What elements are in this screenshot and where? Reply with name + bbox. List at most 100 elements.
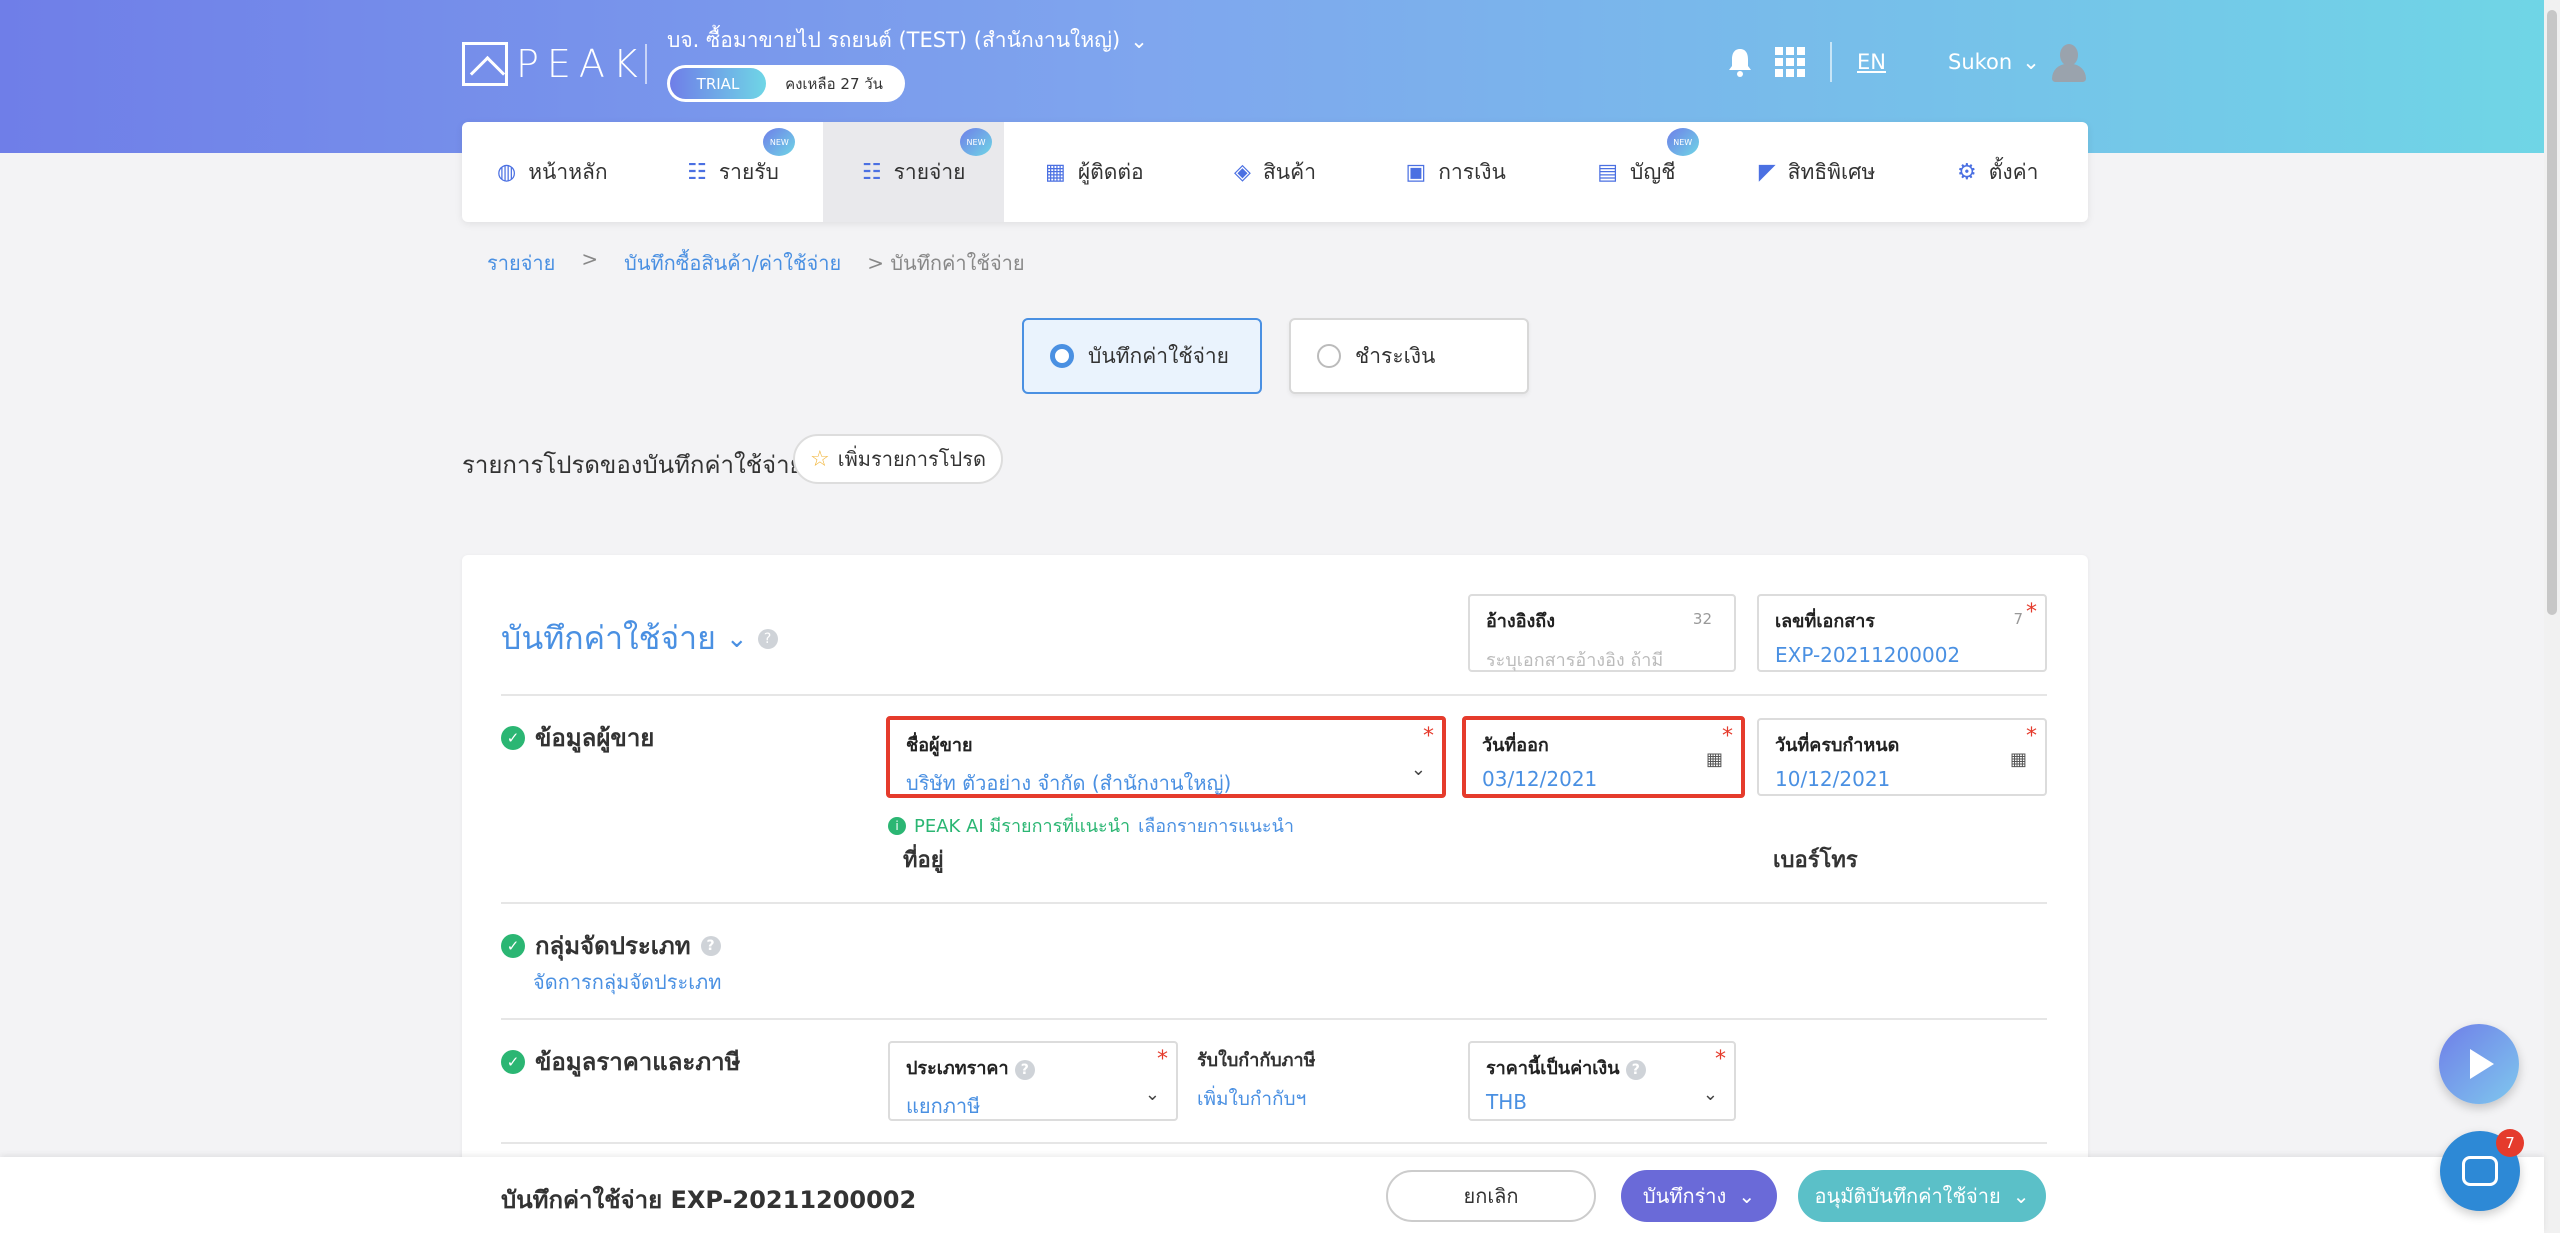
issue-date-field[interactable]: วันที่ออก 03/12/2021 * ▦: [1462, 716, 1745, 798]
vendor-name-select[interactable]: บริษัท ตัวอย่าง จำกัด (สำนักงานใหญ่): [906, 767, 1426, 799]
add-favorite-button[interactable]: ☆ เพิ่มรายการโปรด: [793, 434, 1003, 484]
divider: [501, 1018, 2047, 1020]
currency-select[interactable]: THB: [1486, 1090, 1718, 1114]
breadcrumb-purchase[interactable]: บันทึกซื้อสินค้า/ค่าใช้จ่าย: [624, 247, 841, 279]
field-label-text: ประเภทราคา: [906, 1058, 1009, 1079]
nav-item-accounting[interactable]: ▤ บัญชี NEW: [1546, 122, 1727, 222]
issue-date-input[interactable]: 03/12/2021: [1482, 767, 1725, 791]
field-label: ชื่อผู้ขาย: [906, 735, 973, 756]
chat-icon: [2462, 1156, 2498, 1186]
calendar-icon[interactable]: ▦: [2010, 749, 2027, 770]
breadcrumb-current: > บันทึกค่าใช้จ่าย: [867, 247, 1024, 279]
help-icon[interactable]: ?: [700, 935, 721, 956]
reference-input[interactable]: ระบุเอกสารอ้างอิง ถ้ามี: [1486, 645, 1718, 674]
company-selector[interactable]: บจ. ซื้อมาขายไป รถยนต์ (TEST) (สำนักงานใ…: [667, 24, 1148, 57]
ai-suggestion-link[interactable]: เลือกรายการแนะนำ: [1138, 811, 1294, 840]
help-icon[interactable]: ?: [1625, 1060, 1646, 1080]
trial-label: TRIAL: [670, 68, 766, 99]
nav-item-home[interactable]: ◍ หน้าหลัก: [462, 122, 643, 222]
logo-divider: [645, 44, 647, 84]
page-scrollbar[interactable]: [2544, 0, 2560, 1233]
list-icon: ☷: [687, 159, 707, 185]
section-label: กลุ่มจัดประเภท: [535, 932, 691, 960]
nav-item-contacts[interactable]: ▦ ผู้ติดต่อ: [1004, 122, 1185, 222]
language-switch[interactable]: EN: [1857, 40, 1886, 84]
vendor-section-title: ✓ ข้อมูลผู้ขาย: [501, 718, 654, 757]
nav-label: ตั้งค่า: [1988, 159, 2039, 184]
favorites-title: รายการโปรดของบันทึกค่าใช้จ่าย: [462, 451, 804, 479]
trial-remaining: คงเหลือ 27 วัน: [785, 74, 883, 93]
button-label: บันทึกร่าง: [1642, 1184, 1727, 1208]
user-name: Sukon: [1948, 50, 2013, 74]
breadcrumb-expense[interactable]: รายจ่าย: [487, 247, 555, 279]
nav-item-income[interactable]: ☷ รายรับ NEW: [643, 122, 824, 222]
manage-category-link[interactable]: จัดการกลุ่มจัดประเภท: [533, 966, 721, 998]
book-icon: ▤: [1597, 159, 1619, 185]
save-draft-button[interactable]: บันทึกร่าง ⌄: [1621, 1170, 1777, 1222]
divider: [501, 1142, 2047, 1144]
chat-launcher-button[interactable]: 7: [2440, 1129, 2524, 1211]
due-date-field[interactable]: วันที่ครบกำหนด 10/12/2021 * ▦: [1757, 718, 2047, 796]
field-label: วันที่ครบกำหนด: [1775, 735, 1900, 756]
document-summary-title: บันทึกค่าใช้จ่าย EXP-20211200002: [501, 1186, 917, 1214]
field-label: ประเภทราคา ?: [906, 1053, 1160, 1082]
cancel-button[interactable]: ยกเลิก: [1386, 1170, 1596, 1222]
required-marker: *: [2026, 600, 2037, 625]
user-menu[interactable]: Sukon ⌄: [1948, 40, 2088, 84]
required-marker: *: [1423, 724, 1434, 749]
nav-label: สินค้า: [1262, 159, 1316, 184]
avatar: [2050, 42, 2088, 82]
required-marker: *: [1157, 1047, 1168, 1072]
tax-invoice-label: รับใบกำกับภาษี: [1197, 1050, 1316, 1071]
check-circle-icon: ✓: [501, 933, 525, 958]
nav-item-products[interactable]: ◈ สินค้า: [1185, 122, 1366, 222]
check-circle-icon: ✓: [501, 725, 525, 750]
chevron-down-icon: ⌄: [1130, 28, 1148, 53]
chevron-down-icon: ⌄: [1702, 1084, 1718, 1105]
megaphone-icon: ◤: [1758, 159, 1776, 185]
char-count: 32: [1692, 610, 1712, 628]
breadcrumb-current-label: บันทึกค่าใช้จ่าย: [890, 251, 1025, 275]
calendar-icon[interactable]: ▦: [1706, 749, 1723, 770]
section-label: ข้อมูลราคาและภาษี: [535, 1048, 741, 1076]
nav-label: หน้าหลัก: [528, 159, 608, 184]
price-type-select[interactable]: แยกภาษี: [906, 1090, 1160, 1122]
gear-icon: ⚙: [1956, 159, 1977, 185]
dashboard-icon: ◍: [497, 159, 517, 185]
approve-expense-button[interactable]: อนุมัติบันทึกค่าใช้จ่าย ⌄: [1798, 1170, 2046, 1222]
divider: [501, 902, 2047, 904]
price-type-field[interactable]: ประเภทราคา ? แยกภาษี * ⌄: [888, 1041, 1178, 1121]
trial-badge[interactable]: TRIAL คงเหลือ 27 วัน: [667, 65, 905, 102]
help-icon[interactable]: ?: [1014, 1060, 1035, 1080]
char-count: 7: [2013, 610, 2023, 628]
phone-label: เบอร์โทร: [1773, 848, 1858, 873]
due-date-input[interactable]: 10/12/2021: [1775, 767, 2029, 791]
mode-payment[interactable]: ชำระเงิน: [1289, 318, 1529, 394]
reference-field[interactable]: อ้างอิงถึง ระบุเอกสารอ้างอิง ถ้ามี 32: [1468, 594, 1736, 672]
peak-logo[interactable]: PEAK: [462, 42, 646, 86]
required-marker: *: [1715, 1047, 1726, 1072]
add-tax-invoice-link[interactable]: เพิ่มใบกำกับฯ: [1197, 1084, 1315, 1114]
logo-text: PEAK: [516, 42, 646, 86]
chevron-down-icon: ⌄: [725, 623, 748, 654]
breadcrumb-separator: >: [581, 247, 599, 271]
apps-grid-icon[interactable]: [1775, 40, 1805, 84]
scrollbar-thumb[interactable]: [2547, 10, 2557, 615]
chevron-down-icon: ⌄: [2012, 1184, 2030, 1208]
bell-icon[interactable]: [1727, 40, 1753, 84]
company-name: บจ. ซื้อมาขายไป รถยนต์ (TEST) (สำนักงานใ…: [667, 28, 1121, 52]
doc-number-field[interactable]: เลขที่เอกสาร EXP-20211200002 7 *: [1757, 594, 2047, 672]
help-icon[interactable]: ?: [757, 628, 778, 649]
nav-item-finance[interactable]: ▣ การเงิน: [1365, 122, 1546, 222]
doc-number-input[interactable]: EXP-20211200002: [1775, 643, 2029, 667]
nav-item-expense[interactable]: ☷ รายจ่าย NEW: [823, 122, 1005, 222]
nav-item-settings[interactable]: ⚙ ตั้งค่า: [1907, 122, 2088, 222]
currency-field[interactable]: ราคานี้เป็นค่าเงิน ? THB * ⌄: [1468, 1041, 1736, 1121]
mode-record-expense[interactable]: บันทึกค่าใช้จ่าย: [1022, 318, 1262, 394]
nav-item-privileges[interactable]: ◤ สิทธิพิเศษ: [1727, 122, 1908, 222]
box-icon: ◈: [1234, 159, 1251, 185]
play-video-button[interactable]: [2439, 1024, 2519, 1104]
vendor-name-field[interactable]: ชื่อผู้ขาย บริษัท ตัวอย่าง จำกัด (สำนักง…: [886, 716, 1446, 798]
form-title[interactable]: บันทึกค่าใช้จ่าย ⌄ ?: [501, 613, 778, 664]
money-icon: ▣: [1405, 159, 1427, 185]
